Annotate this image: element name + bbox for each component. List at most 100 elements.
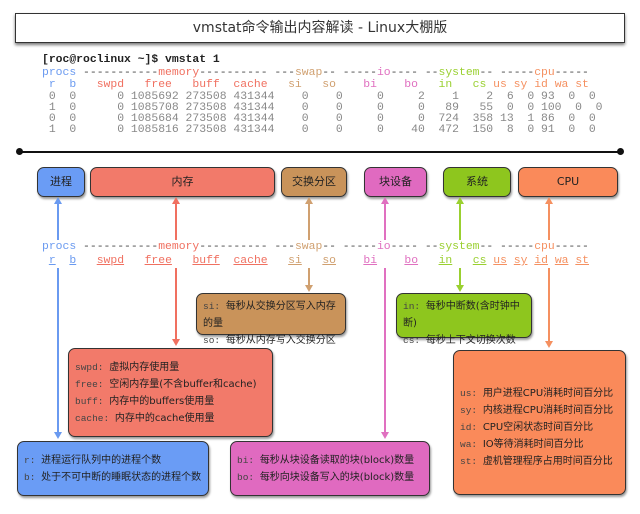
label-group-header: procs -----------memory---------- ---swa… (42, 241, 589, 253)
desc-procs: r: 进程运行队列中的进程个数 b: 处于不可中断的睡眠状态的进程个数 (17, 441, 209, 496)
divider-endpoint (617, 148, 624, 155)
field-key: bi: (237, 455, 260, 466)
column-label-procs: r b (42, 79, 77, 91)
cpu-down-arrowhead-icon (545, 341, 553, 348)
field-key: si: (203, 301, 226, 312)
column-label-swap: so (322, 255, 337, 267)
desc-line: r: 进程运行队列中的进程个数 (24, 452, 202, 469)
swap-up-arrowhead-icon (305, 197, 313, 204)
group-label-dash: -- ----- (479, 67, 535, 79)
system-down-arrow-line (459, 268, 461, 286)
divider-endpoint (16, 148, 23, 155)
system-down-arrowhead-icon (456, 285, 464, 292)
field-description: 进程运行队列中的进程个数 (41, 455, 162, 466)
group-label-dash: -- ----- (479, 241, 535, 253)
terminal-group-header: procs -----------memory---------- ---swa… (42, 67, 589, 79)
vmstat-diagram: vmstat命令输出内容解读 - Linux大棚版 [roc@roclinux … (0, 0, 640, 514)
column-label-system: in (438, 255, 453, 267)
io-down-arrow-line (384, 268, 386, 433)
divider-line (20, 151, 620, 153)
column-label-cpu: wa (554, 255, 569, 267)
desc-line: bo: 每秒向块设备写入的块(block)数量 (237, 469, 423, 486)
desc-line: b: 处于不可中断的睡眠状态的进程个数 (24, 469, 202, 486)
category-memory: 内存 (90, 167, 275, 197)
group-label-memory: memory (158, 67, 200, 79)
group-label-dash: ---------- --- (199, 241, 295, 253)
field-key: sy: (460, 405, 483, 416)
field-description: 虚机管理程序占用时间百分比 (482, 456, 613, 467)
column-label-cpu: us (493, 255, 507, 267)
group-label-cpu: cpu (534, 241, 555, 253)
column-label-memory: swpd free buff cache (76, 79, 268, 91)
swap-down-arrowhead-icon (305, 285, 313, 292)
group-label-dash: ----- (554, 67, 589, 79)
field-description: 每秒上下文切换次数 (425, 335, 516, 346)
group-label-cpu: cpu (534, 67, 555, 79)
field-description: 每秒向块设备写入的块(block)数量 (259, 472, 415, 483)
field-description: 内存中的buffers使用量 (109, 396, 215, 407)
desc-cpu: us: 用户进程CPU消耗时间百分比 sy: 内核进程CPU消耗时间百分比 id: … (453, 350, 626, 495)
system-up-arrow-line (459, 203, 461, 240)
field-description: 处于不可中断的睡眠状态的进程个数 (41, 472, 202, 483)
column-label-procs: r (48, 255, 56, 267)
group-label-dash: -- ----- (322, 241, 377, 253)
terminal-command: [roc@roclinux ~]$ vmstat 1 (42, 54, 220, 66)
field-key: free: (75, 379, 110, 390)
procs-down-arrow-line (57, 268, 59, 433)
column-label-system (418, 255, 439, 267)
field-description: 内存中的cache使用量 (114, 413, 215, 424)
column-label-io (336, 255, 363, 267)
terminal-column-header: r b swpd free buff cache si so bi bo in … (42, 79, 589, 91)
column-label-io (377, 255, 404, 267)
group-label-io: io (376, 67, 391, 79)
field-description: 虚拟内存使用量 (109, 362, 180, 373)
field-key: id: (460, 422, 483, 433)
desc-io: bi: 每秒从块设备读取的块(block)数量 bo: 每秒向块设备写入的块(bl… (230, 441, 430, 496)
desc-line: in: 每秒中断数(含时钟中断) (403, 298, 525, 332)
field-key: r: (24, 455, 42, 466)
group-label-dash: ---- -- (390, 241, 439, 253)
desc-memory: swpd: 虚拟内存使用量 free: 空闲内存量(不含buffer和cache)… (68, 348, 273, 437)
field-description: 空闲内存量(不含buffer和cache) (109, 379, 257, 390)
desc-line: bi: 每秒从块设备读取的块(block)数量 (237, 452, 423, 469)
group-label-dash: -- ----- (322, 67, 377, 79)
group-label-system: system (438, 241, 480, 253)
column-label-system: in cs (417, 79, 487, 91)
field-key: us: (460, 388, 483, 399)
io-up-arrowhead-icon (381, 197, 389, 204)
group-label-dash: ---- -- (390, 67, 439, 79)
field-key: so: (203, 335, 226, 346)
memory-up-arrow-line (175, 203, 177, 240)
column-label-procs (42, 255, 49, 267)
category-system: 系统 (443, 167, 511, 197)
column-label-swap: si so (267, 79, 336, 91)
column-label-cpu (548, 255, 555, 267)
column-label-memory (124, 255, 145, 267)
field-key: in: (403, 301, 426, 312)
column-label-cpu: us sy id wa st (486, 79, 589, 91)
category-procs: 进程 (37, 167, 85, 197)
column-label-system (452, 255, 473, 267)
desc-system: in: 每秒中断数(含时钟中断) cs: 每秒上下文切换次数 (396, 293, 532, 346)
cpu-up-arrowhead-icon (545, 197, 553, 204)
group-label-memory: memory (158, 241, 200, 253)
diagram-title: vmstat命令输出内容解读 - Linux大棚版 (15, 13, 625, 43)
io-down-arrowhead-icon (381, 432, 389, 439)
desc-line: free: 空闲内存量(不含buffer和cache) (75, 376, 266, 393)
group-label-io: io (376, 241, 391, 253)
group-label-dash: ----------- (76, 67, 159, 79)
io-up-arrow-line (384, 203, 386, 240)
field-description: CPU空闲状态时间百分比 (482, 422, 594, 433)
column-label-memory: buff (192, 255, 220, 267)
column-label-swap (268, 255, 289, 267)
column-label-cpu: sy (513, 255, 528, 267)
column-label-memory: swpd (96, 255, 125, 267)
column-label-io: bi (363, 255, 378, 267)
field-description: 用户进程CPU消耗时间百分比 (482, 388, 614, 399)
field-key: wa: (460, 439, 483, 450)
column-label-swap (302, 255, 323, 267)
memory-up-arrowhead-icon (172, 197, 180, 204)
field-description: IO等待消耗时间百分比 (482, 439, 584, 450)
field-key: cs: (403, 335, 426, 346)
procs-up-arrowhead-icon (54, 197, 62, 204)
